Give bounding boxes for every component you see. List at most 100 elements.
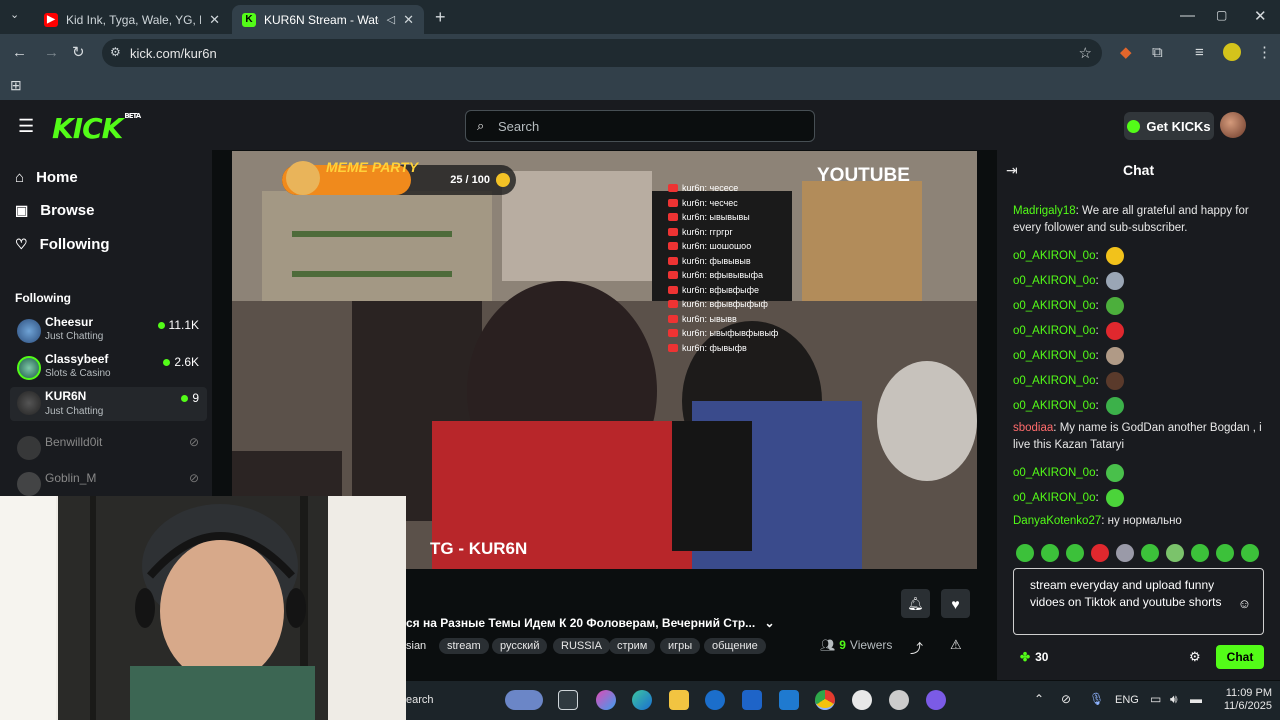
report-icon[interactable]: ⚠	[950, 637, 962, 653]
quick-emote-icon[interactable]	[1016, 544, 1034, 562]
extensions-icon[interactable]: ⧉	[1152, 45, 1163, 60]
chat-username[interactable]: o0_AKIRON_0o	[1013, 250, 1095, 262]
follow-button[interactable]: ♥	[941, 589, 970, 618]
sidebar-channel-benwilld0it[interactable]: Benwilld0it ⊘	[15, 432, 205, 466]
sidebar-channel-kur6n[interactable]: KUR6N Just Chatting 9	[10, 387, 207, 421]
tag[interactable]: RUSSIA	[553, 638, 610, 654]
language-indicator[interactable]: ENG	[1115, 694, 1139, 706]
chat-username[interactable]: o0_AKIRON_0o	[1013, 467, 1095, 479]
send-chat-button[interactable]: Chat	[1216, 645, 1264, 669]
chat-username[interactable]: Madrigaly18	[1013, 205, 1076, 217]
battery-icon[interactable]: ▬	[1190, 692, 1202, 706]
tab-search-icon[interactable]: ⌄	[10, 10, 19, 21]
close-window-icon[interactable]: ✕	[1254, 9, 1267, 24]
github-icon[interactable]	[852, 690, 872, 710]
chat-username[interactable]: o0_AKIRON_0o	[1013, 300, 1095, 312]
calendar-app-icon[interactable]	[742, 690, 762, 710]
sidebar-channel-classybeef[interactable]: Classybeef Slots & Casino 2.6K	[15, 352, 205, 386]
tag[interactable]: stream	[439, 638, 489, 654]
get-kicks-button[interactable]: Get KICKs	[1124, 112, 1214, 140]
nav-browse[interactable]: ▣ Browse	[15, 202, 94, 219]
chat-username[interactable]: o0_AKIRON_0o	[1013, 400, 1095, 412]
youtube-label: YOUTUBE	[817, 165, 910, 186]
chat-username[interactable]: o0_AKIRON_0o	[1013, 350, 1095, 362]
quick-emote-icon[interactable]	[1066, 544, 1084, 562]
copilot-icon[interactable]	[596, 690, 616, 710]
notification-bell-button[interactable]: 🔔︎	[901, 589, 930, 618]
chat-username[interactable]: o0_AKIRON_0o	[1013, 325, 1095, 337]
collapse-chat-icon[interactable]: ⇥	[1006, 162, 1018, 179]
task-view-icon[interactable]	[558, 690, 578, 710]
profile-icon[interactable]	[1223, 43, 1241, 61]
file-explorer-icon[interactable]	[669, 690, 689, 710]
share-icon[interactable]: ⤴	[910, 638, 923, 657]
volume-icon[interactable]: 🔊︎	[1170, 692, 1178, 707]
tag[interactable]: стрим	[609, 638, 656, 654]
quick-emote-icon[interactable]	[1116, 544, 1134, 562]
chat-username[interactable]: DanyaKotenko27	[1013, 515, 1101, 527]
quick-emote-icon[interactable]	[1191, 544, 1209, 562]
site-info-icon[interactable]: ⚙	[110, 45, 121, 59]
minimize-icon[interactable]: —	[1180, 8, 1195, 23]
widgets-icon[interactable]	[505, 690, 543, 710]
close-tab-icon[interactable]: ✕	[403, 12, 414, 28]
chrome-menu-icon[interactable]: ⋮	[1257, 45, 1272, 60]
chat-username[interactable]: o0_AKIRON_0o	[1013, 492, 1095, 504]
quick-emote-icon[interactable]	[1141, 544, 1159, 562]
tag[interactable]: общение	[704, 638, 766, 654]
chat-message: o0_AKIRON_0o:	[1013, 489, 1263, 507]
chat-username[interactable]: o0_AKIRON_0o	[1013, 375, 1095, 387]
chat-settings-icon[interactable]: ⚙	[1189, 649, 1201, 665]
mute-icon[interactable]: ◁	[387, 13, 395, 26]
quick-emote-icon[interactable]	[1091, 544, 1109, 562]
chat-username[interactable]: sbodiaa	[1013, 422, 1053, 434]
reload-icon[interactable]: ↻	[72, 45, 85, 60]
display-icon[interactable]: ▭	[1150, 692, 1161, 706]
maximize-icon[interactable]: ▢	[1216, 9, 1227, 21]
outlook-icon[interactable]	[779, 690, 799, 710]
edge-icon[interactable]	[632, 690, 652, 710]
kick-logo[interactable]: KICK BETA	[52, 112, 141, 145]
close-tab-icon[interactable]: ✕	[209, 12, 220, 28]
chevron-down-icon[interactable]: ⌄	[765, 616, 775, 630]
overlay-chat-panel: kur6n: чесесе kur6n: чесчес kur6n: ывывывы…	[668, 181, 796, 391]
new-tab-icon[interactable]: +	[435, 8, 446, 26]
youtube-icon: ▶	[44, 12, 58, 27]
steam-icon[interactable]	[705, 690, 725, 710]
user-avatar[interactable]	[1220, 112, 1246, 138]
discord-icon[interactable]	[926, 690, 946, 710]
clock[interactable]: 11:09 PM 11/6/2025	[1216, 687, 1272, 713]
tab-youtube[interactable]: ▶ Kid Ink, Tyga, Wale, YG, Rich Ho ✕	[34, 5, 230, 34]
extension-fox-icon[interactable]: ◆	[1120, 45, 1132, 60]
alien-app-icon[interactable]	[889, 690, 909, 710]
media-control-icon[interactable]: ≡	[1195, 45, 1204, 60]
quick-emote-icon[interactable]	[1216, 544, 1234, 562]
sidebar-channel-cheesur[interactable]: Cheesur Just Chatting 11.1K	[15, 315, 205, 349]
chat-username[interactable]: o0_AKIRON_0o	[1013, 275, 1095, 287]
quick-emote-icon[interactable]	[1241, 544, 1259, 562]
overlay-chat-text: kur6n: чесчес	[682, 197, 738, 208]
tag[interactable]: игры	[660, 638, 701, 654]
forward-icon[interactable]: →	[44, 45, 59, 60]
channel-points[interactable]: ✤ 30	[1020, 650, 1048, 664]
tab-kick[interactable]: K KUR6N Stream - Watch Live ◁ ✕	[232, 5, 424, 34]
bookmark-star-icon[interactable]: ☆	[1079, 44, 1092, 62]
apps-grid-icon[interactable]: ⊞	[10, 78, 22, 92]
nav-home[interactable]: ⌂ Home	[15, 169, 78, 186]
points-icon: ✤	[1020, 650, 1031, 664]
tag[interactable]: русский	[492, 638, 548, 654]
network-icon[interactable]: ⊘	[1061, 692, 1071, 706]
quick-emote-icon[interactable]	[1166, 544, 1184, 562]
hamburger-menu-icon[interactable]: ☰	[18, 117, 34, 135]
emoji-picker-icon[interactable]: ☺	[1238, 595, 1251, 612]
quick-emote-icon[interactable]	[1041, 544, 1059, 562]
nav-following[interactable]: ♡ Following	[15, 236, 110, 253]
system-tray-chevron-icon[interactable]: ⌃	[1034, 692, 1044, 706]
url-field[interactable]: ⚙ kick.com/kur6n ☆	[102, 39, 1102, 67]
chat-input[interactable]: stream everyday and upload funny vidoes …	[1013, 568, 1264, 635]
search-input[interactable]: ⌕ Search	[465, 110, 815, 142]
microphone-icon[interactable]: 🎙︎	[1089, 692, 1104, 706]
back-icon[interactable]: ←	[12, 45, 27, 60]
chrome-icon[interactable]	[815, 690, 835, 710]
taskbar-search[interactable]: earch	[406, 694, 434, 706]
